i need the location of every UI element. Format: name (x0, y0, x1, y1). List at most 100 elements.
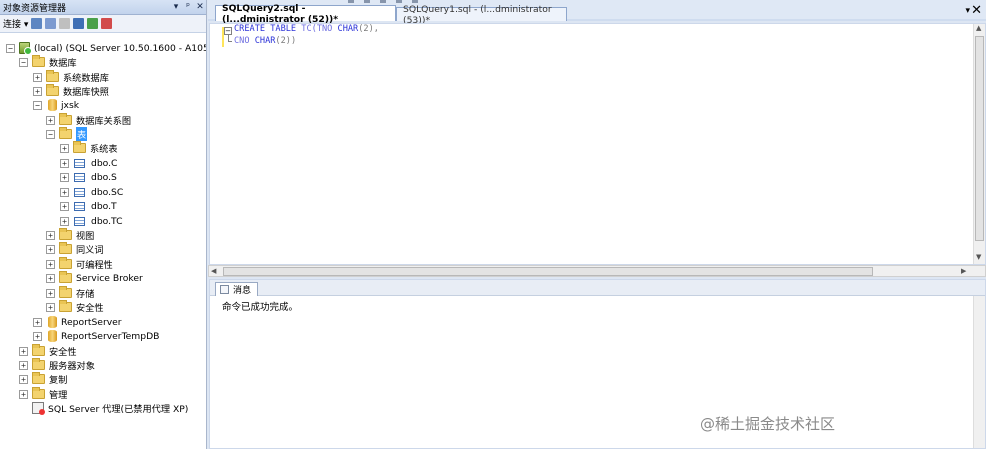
object-explorer-tree: − (local) (SQL Server 10.50.1600 - A105-… (0, 34, 206, 449)
expand-icon[interactable]: + (60, 143, 69, 153)
tab-sqlquery1[interactable]: SQLQuery1.sql - (l...dministrator (53))* (396, 4, 567, 26)
collapse-icon[interactable]: − (19, 57, 28, 67)
disconnect-icon[interactable] (45, 18, 57, 29)
tree-node-db-security[interactable]: + 安全性 (46, 300, 104, 314)
tree-node-label: 安全性 (76, 303, 104, 314)
tree-node-table[interactable]: + dbo.C (60, 156, 117, 170)
expand-icon[interactable]: + (33, 317, 42, 327)
tree-node-reportserver[interactable]: + ReportServer (33, 315, 122, 329)
tree-node-table[interactable]: + dbo.T (60, 199, 117, 213)
pin-icon[interactable]: ᵖ (182, 2, 194, 12)
results-vertical-scrollbar[interactable] (973, 296, 985, 448)
tree-node-storage[interactable]: + 存储 (46, 286, 94, 300)
database-icon (48, 316, 57, 328)
outline-collapse-icon[interactable]: − (224, 27, 232, 35)
expand-icon[interactable]: + (46, 259, 55, 269)
tab-list-dropdown-icon[interactable]: ▾ (965, 6, 970, 16)
expand-icon[interactable]: + (33, 72, 42, 82)
scroll-left-icon[interactable]: ◀ (211, 267, 216, 275)
scroll-down-icon[interactable]: ▼ (976, 253, 981, 261)
dropdown-icon[interactable]: ▾ (170, 2, 182, 12)
expand-icon[interactable]: + (60, 158, 69, 168)
tree-node-db-diagrams[interactable]: + 数据库关系图 (46, 113, 131, 127)
folder-icon (46, 70, 59, 82)
tree-node-reportserver-tempdb[interactable]: + ReportServerTempDB (33, 329, 159, 343)
tree-node-label: 数据库关系图 (76, 116, 132, 127)
expand-icon[interactable]: + (46, 273, 55, 283)
object-explorer-title: 对象资源管理器 (3, 3, 67, 14)
activity-monitor-icon[interactable] (101, 18, 113, 29)
tree-node-server[interactable]: − (local) (SQL Server 10.50.1600 - A105-… (6, 41, 206, 55)
results-pane: 消息 命令已成功完成。 (209, 279, 986, 449)
tree-node-label: Service Broker (76, 272, 143, 284)
tree-node-databases[interactable]: − 数据库 (19, 55, 77, 69)
close-tab-icon[interactable]: ✕ (971, 3, 982, 18)
expand-icon[interactable]: + (33, 86, 42, 96)
tree-node-security[interactable]: + 安全性 (19, 344, 77, 358)
scroll-up-icon[interactable]: ▲ (976, 24, 981, 32)
tree-node-service-broker[interactable]: + Service Broker (46, 271, 143, 285)
scroll-right-icon[interactable]: ▶ (961, 267, 966, 275)
tree-node-server-objects[interactable]: + 服务器对象 (19, 358, 95, 372)
document-tab-strip: SQLQuery2.sql - (l...dministrator (52))*… (208, 0, 986, 26)
stop-icon[interactable] (59, 18, 71, 29)
sql-editor[interactable]: − CREATE TABLE TC(TNO CHAR(2), CNO CHAR(… (209, 23, 986, 265)
expand-icon[interactable]: + (46, 115, 55, 125)
tree-node-system-databases[interactable]: + 系统数据库 (33, 70, 109, 84)
expand-icon[interactable]: + (60, 187, 69, 197)
close-icon[interactable]: ✕ (194, 2, 206, 12)
tree-node-table[interactable]: + dbo.SC (60, 185, 123, 199)
tree-node-tables[interactable]: − 表 (46, 127, 88, 141)
refresh-icon[interactable] (87, 18, 99, 29)
object-explorer-toolbar: 连接 ▾ (0, 15, 206, 33)
tree-node-db-snapshots[interactable]: + 数据库快照 (33, 84, 109, 98)
collapse-icon[interactable]: − (6, 43, 15, 53)
expand-icon[interactable]: + (60, 216, 69, 226)
expand-icon[interactable]: + (33, 331, 42, 341)
expand-icon[interactable]: + (46, 288, 55, 298)
expand-icon[interactable]: + (19, 374, 28, 384)
tree-node-synonyms[interactable]: + 同义词 (46, 242, 104, 256)
expand-icon[interactable]: + (19, 346, 28, 356)
tab-messages[interactable]: 消息 (215, 282, 259, 296)
folder-icon (32, 344, 45, 356)
folder-icon (32, 372, 45, 384)
expand-icon[interactable]: + (19, 389, 28, 399)
expand-icon[interactable]: + (46, 230, 55, 240)
connect-button[interactable]: 连接 ▾ (3, 17, 28, 30)
tree-node-label: 视图 (76, 231, 95, 242)
editor-horizontal-scrollbar[interactable]: ◀ ▶ (208, 265, 986, 277)
tree-node-label: 同义词 (76, 245, 104, 256)
server-icon (19, 42, 32, 55)
tree-node-programmability[interactable]: + 可编程性 (46, 257, 113, 271)
expand-icon[interactable]: + (60, 201, 69, 211)
connect-object-icon[interactable] (31, 18, 43, 29)
database-icon (48, 330, 57, 342)
tree-node-label: dbo.T (91, 200, 117, 212)
tree-node-replication[interactable]: + 复制 (19, 372, 67, 386)
tree-node-system-tables[interactable]: + 系统表 (60, 141, 118, 155)
tab-sqlquery2[interactable]: SQLQuery2.sql - (l...dministrator (52))* (215, 3, 396, 25)
expand-icon[interactable]: + (46, 244, 55, 254)
editor-vertical-scrollbar[interactable]: ▲ ▼ (973, 24, 985, 264)
expand-icon[interactable]: + (46, 302, 55, 312)
expand-icon[interactable]: + (19, 360, 28, 370)
tree-node-views[interactable]: + 视图 (46, 228, 94, 242)
filter-icon[interactable] (73, 18, 85, 29)
scrollbar-thumb[interactable] (975, 36, 984, 241)
folder-icon (59, 127, 72, 139)
tree-node-label: 存储 (76, 289, 95, 300)
sql-keyword: TABLE (270, 24, 297, 34)
folder-icon (59, 286, 72, 298)
scrollbar-thumb[interactable] (223, 267, 873, 276)
folder-icon (59, 113, 72, 125)
collapse-icon[interactable]: − (33, 100, 42, 110)
tree-node-table[interactable]: + dbo.S (60, 170, 117, 184)
tree-node-sql-agent[interactable]: SQL Server 代理(已禁用代理 XP) (32, 401, 188, 415)
collapse-icon[interactable]: − (46, 129, 55, 139)
expand-icon[interactable]: + (60, 172, 69, 182)
tree-node-jxsk[interactable]: − jxsk (33, 98, 79, 112)
tree-node-management[interactable]: + 管理 (19, 387, 67, 401)
tree-node-table[interactable]: + dbo.TC (60, 214, 123, 228)
tree-node-label: SQL Server 代理(已禁用代理 XP) (48, 404, 189, 415)
